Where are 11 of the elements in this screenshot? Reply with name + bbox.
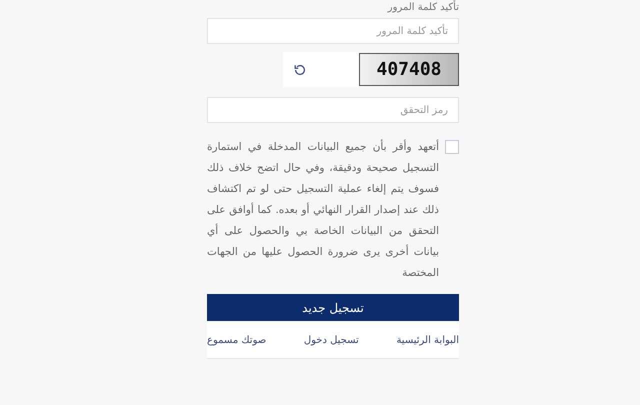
- footer-link[interactable]: صوتك مسموع: [207, 334, 266, 346]
- register-button[interactable]: تسجيل جديد: [207, 294, 459, 321]
- verification-code-field[interactable]: رمز التحقق: [207, 97, 459, 123]
- confirm-password-field[interactable]: تأكيد كلمة المرور: [207, 18, 459, 44]
- agreement-checkbox[interactable]: [445, 140, 459, 154]
- captcha-image: 407408: [359, 53, 459, 86]
- refresh-icon[interactable]: [293, 62, 307, 76]
- field-label: تأكيد كلمة المرور: [386, 0, 459, 15]
- footer-link[interactable]: البوابة الرئيسية: [396, 334, 459, 346]
- agreement-text: أتعهد وأقر بأن جميع البيانات المدخلة في استمارة التسجيل صحيحة ودقيقة، وفي حال اتضح خلاف ذلك فسوف يتم إلغاء عملية التسجيل حتى لو تم اكتشاف ذلك عند إصدار القرار النهائي أو بعده. كما أوافق على التحقق من البيانات الخاصة بي والحصول على أي بيانات أخرى يرى ضرورة الحصول عليها من الجهات المختصة: [207, 138, 439, 281]
- footer-link[interactable]: تسجيل دخول: [304, 334, 359, 346]
